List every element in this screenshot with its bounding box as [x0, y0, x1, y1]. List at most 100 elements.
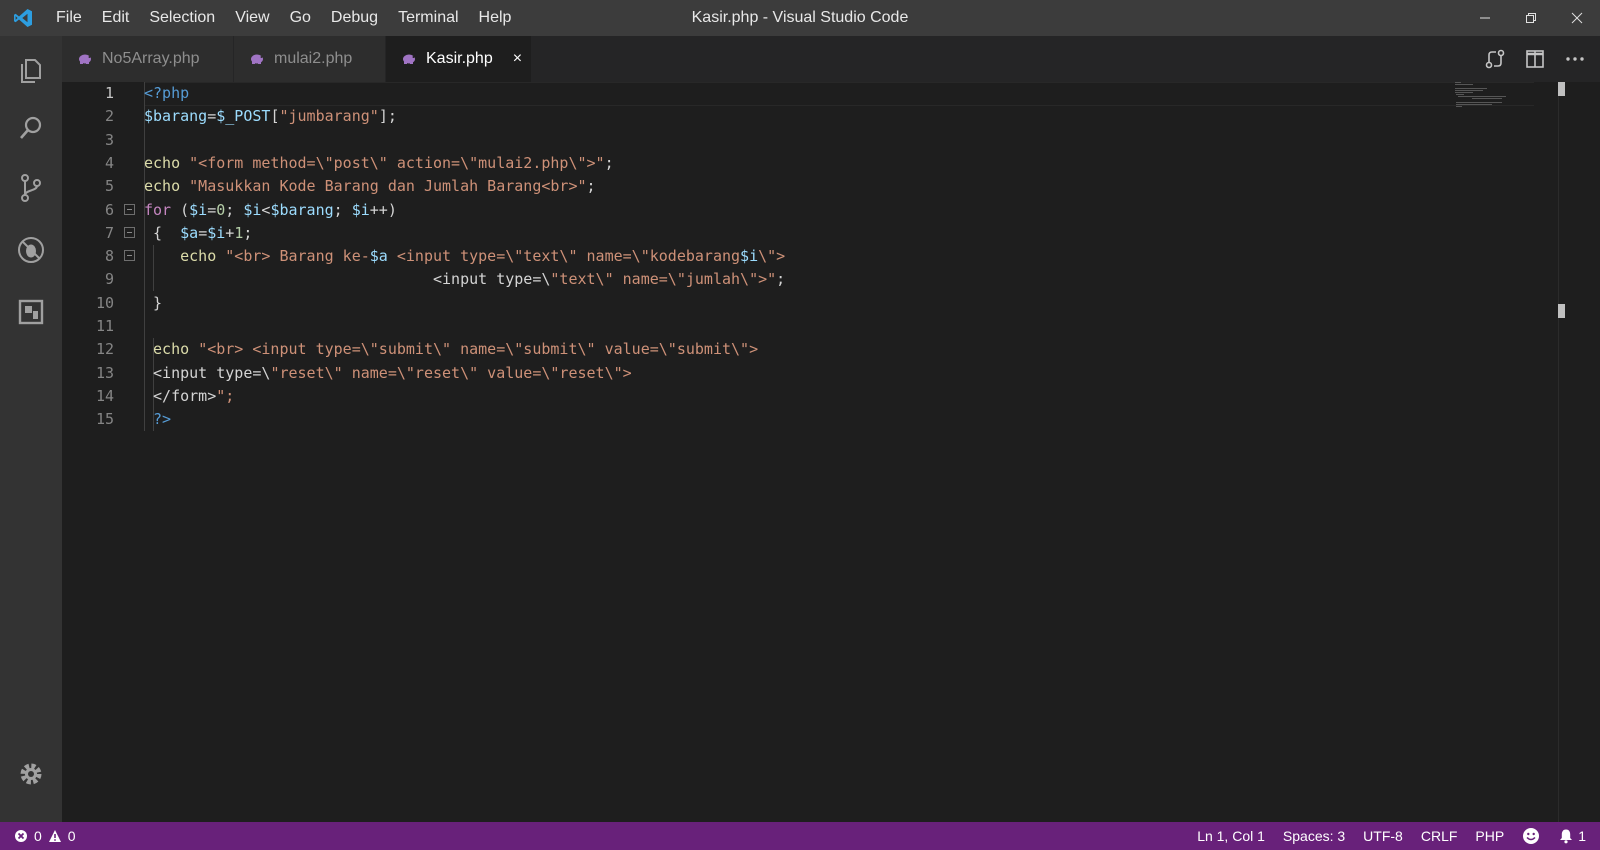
compare-changes-icon[interactable]	[1484, 48, 1506, 70]
close-window-button[interactable]	[1554, 0, 1600, 36]
line-number: 15	[95, 410, 114, 429]
scrollbar-marker	[1558, 304, 1565, 318]
minimap[interactable]	[1452, 82, 1512, 112]
current-line-highlight	[144, 82, 1534, 106]
code-line: </form>";	[144, 386, 235, 405]
code-line: echo "<form method=\"post\" action=\"mul…	[144, 153, 614, 172]
line-number: 2	[104, 107, 114, 126]
menu-selection[interactable]: Selection	[139, 0, 225, 36]
code-editor[interactable]: 1 2 3 4 5 6 7 8 9 10 11 12 13 14 15 <?ph…	[62, 82, 1600, 822]
error-icon	[15, 830, 27, 842]
tab-kasir[interactable]: Kasir.php ×	[386, 36, 532, 82]
code-line: echo "<br> <input type=\"submit\" name=\…	[153, 340, 759, 359]
end-of-line[interactable]: CRLF	[1421, 828, 1458, 844]
php-file-icon	[251, 54, 263, 64]
warning-icon	[48, 830, 61, 842]
code-line: for ($i=0; $i<$barang; $i++)	[144, 200, 397, 219]
minimap-line	[1456, 106, 1462, 107]
minimize-button[interactable]	[1462, 0, 1508, 36]
cursor-position[interactable]: Ln 1, Col 1	[1197, 828, 1265, 844]
line-number: 9	[104, 270, 114, 289]
code-line: <input type=\"reset\" name=\"reset\" val…	[144, 363, 632, 382]
menu-view[interactable]: View	[225, 0, 279, 36]
line-number: 4	[104, 153, 114, 172]
error-count: 0	[34, 828, 42, 844]
menu-go[interactable]: Go	[280, 0, 321, 36]
problems-indicator[interactable]: 0 0	[14, 822, 76, 850]
code-line: echo "<br> Barang ke-$a <input type=\"te…	[180, 247, 786, 266]
encoding[interactable]: UTF-8	[1363, 828, 1403, 844]
php-file-icon	[79, 54, 91, 64]
menu-file[interactable]: File	[46, 0, 92, 36]
line-number: 1	[104, 84, 114, 102]
line-number: 6	[104, 200, 114, 219]
menu-debug[interactable]: Debug	[321, 0, 388, 36]
restore-icon	[1526, 13, 1536, 23]
status-right-items: Ln 1, Col 1 Spaces: 3 UTF-8 CRLF PHP 1	[1197, 822, 1586, 850]
tab-label: No5Array.php	[102, 50, 200, 67]
minimap-line	[1455, 90, 1483, 91]
feedback-button[interactable]	[1522, 827, 1540, 845]
minimap-line	[1455, 88, 1487, 89]
warning-count: 0	[67, 828, 76, 844]
minimap-line	[1456, 104, 1492, 105]
notifications-button[interactable]: 1	[1558, 828, 1586, 844]
tab-close-button[interactable]: ×	[513, 50, 522, 68]
restore-button[interactable]	[1508, 0, 1554, 36]
activity-bar	[0, 36, 62, 822]
line-number: 11	[95, 317, 114, 335]
menu-terminal[interactable]: Terminal	[388, 0, 468, 36]
menu-edit[interactable]: Edit	[92, 0, 140, 36]
search-icon[interactable]	[11, 108, 51, 148]
code-line: <?php	[144, 84, 190, 102]
line-number: 10	[95, 293, 114, 312]
minimap-line	[1455, 82, 1461, 83]
line-number: 7	[104, 223, 114, 242]
fold-toggle[interactable]	[124, 250, 135, 261]
fold-toggle[interactable]	[124, 204, 135, 215]
notification-count: 1	[1578, 828, 1586, 844]
smiley-icon	[1523, 828, 1540, 844]
menu-help[interactable]: Help	[469, 0, 522, 36]
title-bar: File Edit Selection View Go Debug Termin…	[0, 0, 1600, 36]
minimap-line	[1455, 92, 1473, 93]
minimap-line	[1456, 102, 1502, 103]
code-line: echo "Masukkan Kode Barang dan Jumlah Ba…	[144, 177, 596, 196]
code-line: { $a=$i+1;	[144, 223, 253, 242]
extensions-icon[interactable]	[11, 292, 51, 332]
indentation[interactable]: Spaces: 3	[1283, 828, 1345, 844]
tab-no5array[interactable]: No5Array.php	[62, 36, 234, 82]
code-line: $barang=$_POST["jumbarang"];	[144, 107, 397, 126]
fold-toggle[interactable]	[124, 227, 135, 238]
code-line: <input type=\"text\" name=\"jumlah\">";	[144, 270, 786, 289]
language-mode[interactable]: PHP	[1475, 828, 1504, 844]
bell-icon	[1560, 829, 1573, 844]
php-file-icon	[403, 54, 415, 64]
line-number: 8	[104, 247, 114, 266]
code-line: ?>	[153, 410, 172, 429]
line-number: 5	[104, 177, 114, 196]
line-number: 12	[95, 340, 114, 359]
more-actions-icon[interactable]	[1564, 48, 1586, 70]
window-controls	[1462, 0, 1600, 36]
minimap-line	[1455, 84, 1473, 85]
tab-label: mulai2.php	[274, 50, 353, 67]
debug-icon[interactable]	[11, 230, 51, 270]
tab-mulai2[interactable]: mulai2.php	[234, 36, 386, 82]
status-bar: 0 0 Ln 1, Col 1 Spaces: 3 UTF-8 CRLF PHP…	[0, 822, 1600, 850]
gear-icon[interactable]	[11, 754, 51, 794]
tab-bar: No5Array.php mulai2.php Kasir.php ×	[62, 36, 1600, 82]
minimap-line	[1458, 96, 1506, 97]
vertical-scrollbar[interactable]	[1558, 82, 1569, 822]
minimize-icon	[1480, 17, 1490, 19]
split-editor-icon[interactable]	[1524, 48, 1546, 70]
minimap-line	[1472, 98, 1502, 99]
line-number: 13	[95, 363, 114, 382]
close-icon	[1571, 12, 1583, 24]
explorer-icon[interactable]	[11, 50, 51, 90]
vscode-logo-icon	[0, 0, 46, 36]
tab-label: Kasir.php	[426, 50, 493, 67]
source-control-icon[interactable]	[11, 168, 51, 208]
editor-actions	[1484, 36, 1586, 82]
minimap-line	[1456, 94, 1464, 95]
